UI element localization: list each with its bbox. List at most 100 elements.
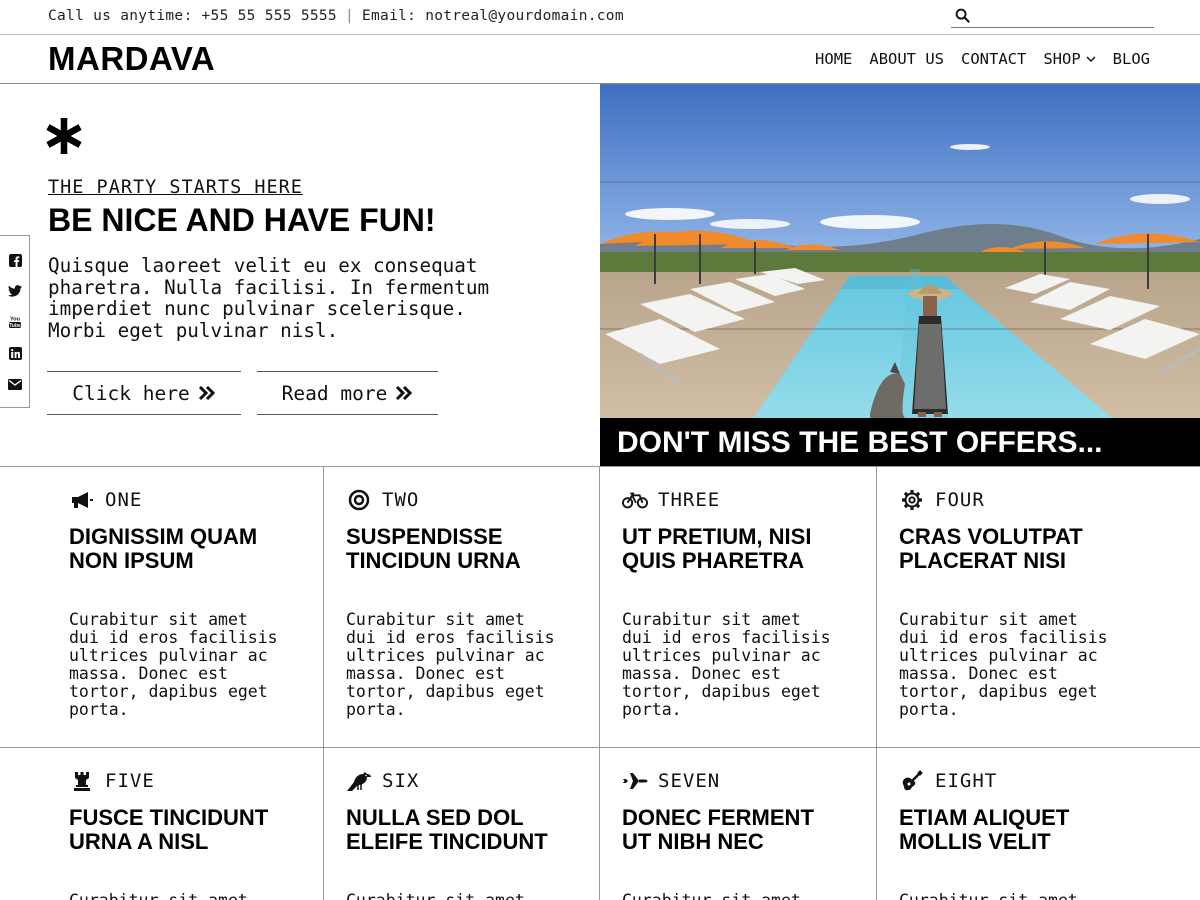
nav-home-label: HOME [815, 50, 853, 68]
feature-body-line: ultrices pulvinar ac [69, 646, 268, 665]
hero-body-line: Morbi eget pulvinar nisl. [48, 318, 339, 342]
hero-body-line: imperdiet nunc pulvinar scelerisque. [48, 297, 466, 320]
feature-body: Curabitur sit amet dui id eros facilisis… [899, 611, 1129, 719]
nav-about-us-label: ABOUT US [869, 50, 945, 68]
feature-body-line: massa. Donec est [69, 664, 228, 683]
feature-body-line: dui id eros facilisis [622, 628, 831, 647]
feature-title-line: QUIS PHARETRA [622, 548, 805, 573]
feature-title[interactable]: ETIAM ALIQUET MOLLIS VELIT [899, 806, 1129, 854]
youtube-icon[interactable]: You Tube [7, 314, 23, 330]
feature-card-three: THREE UT PRETIUM, NISI QUIS PHARETRA Cur… [600, 467, 877, 748]
feature-body-line: Curabitur sit amet [899, 610, 1078, 629]
feature-body-line: porta. [346, 700, 406, 719]
feature-body-line: Curabitur sit amet [346, 610, 525, 629]
svg-text:Tube: Tube [9, 323, 21, 329]
feature-body-line: Curabitur sit amet [899, 892, 1129, 900]
feature-number: EIGHT [935, 770, 998, 792]
nav-home[interactable]: HOME [815, 50, 852, 68]
linkedin-icon[interactable] [7, 345, 23, 361]
feature-card-six: SIX NULLA SED DOL ELEIFE TINCIDUNT Curab… [324, 748, 600, 900]
hero-tagline[interactable]: THE PARTY STARTS HERE [48, 177, 303, 198]
feature-number: FIVE [105, 770, 155, 792]
feature-head: FIVE [69, 770, 155, 792]
feature-head: TWO [346, 489, 419, 511]
separator: | [344, 8, 354, 24]
hero-body: Quisque laoreet velit eu ex consequat ph… [48, 255, 568, 341]
crow-icon [346, 770, 372, 792]
feature-title-line: NULLA SED DOL [346, 805, 524, 830]
hero-body-line: Quisque laoreet velit eu ex consequat [48, 254, 478, 277]
feature-title[interactable]: DIGNISSIM QUAM NON IPSUM [69, 525, 269, 573]
nav-contact-label: CONTACT [961, 50, 1027, 68]
search-input[interactable] [977, 6, 1149, 26]
feature-body-line: porta. [69, 700, 129, 719]
feature-body: Curabitur sit amet [899, 892, 1129, 900]
feature-body-line: Curabitur sit amet [346, 892, 576, 900]
twitter-icon[interactable] [7, 283, 23, 299]
social-sidebar: You Tube [0, 235, 30, 408]
feature-title[interactable]: DONEC FERMENT UT NIBH NEC [622, 806, 852, 854]
feature-head: SEVEN [622, 770, 720, 792]
nav-shop[interactable]: SHOP [1043, 50, 1096, 68]
feature-body: Curabitur sit amet [346, 892, 576, 900]
envelope-icon[interactable] [7, 376, 23, 392]
feature-title[interactable]: UT PRETIUM, NISI QUIS PHARETRA [622, 525, 852, 573]
feature-body-line: Curabitur sit amet [622, 610, 801, 629]
facebook-icon[interactable] [7, 252, 23, 268]
phone-text: Call us anytime: +55 55 555 5555 [48, 8, 337, 24]
feature-body-line: porta. [899, 700, 959, 719]
guitar-icon [899, 770, 925, 792]
site-logo[interactable]: MARDAVA [48, 40, 215, 78]
grid-gutter [0, 467, 47, 748]
click-here-label: Click here [72, 381, 190, 405]
feature-card-one: ONE DIGNISSIM QUAM NON IPSUM Curabitur s… [47, 467, 324, 748]
contact-info: Call us anytime: +55 55 555 5555 | Email: … [48, 8, 624, 24]
feature-card-five: FIVE FUSCE TINCIDUNT URNA A NISL Curabit… [47, 748, 324, 900]
chess-rook-icon [69, 770, 95, 792]
feature-head: SIX [346, 770, 419, 792]
feature-title-line: PLACERAT NISI [899, 548, 1067, 573]
chevron-down-icon [1086, 55, 1096, 62]
feature-title[interactable]: NULLA SED DOL ELEIFE TINCIDUNT [346, 806, 586, 854]
search-box [951, 6, 1154, 28]
feature-title-line: NON IPSUM [69, 548, 194, 573]
feature-title-line: DONEC FERMENT [622, 805, 814, 830]
feature-card-four: FOUR CRAS VOLUTPAT PLACERAT NISI Curabit… [877, 467, 1200, 748]
asterisk-icon [46, 118, 82, 154]
double-chevron-right-icon [198, 386, 215, 400]
feature-body: Curabitur sit amet [622, 892, 852, 900]
feature-title-line: MOLLIS VELIT [899, 829, 1051, 854]
feature-body-line: dui id eros facilisis [899, 628, 1108, 647]
click-here-button[interactable]: Click here [47, 371, 241, 415]
feature-body-line: ultrices pulvinar ac [346, 646, 545, 665]
offer-banner[interactable]: DON'T MISS THE BEST OFFERS... [600, 418, 1200, 466]
hero-title: BE NICE AND HAVE FUN! [48, 202, 436, 238]
nav-blog-label: BLOG [1112, 50, 1150, 68]
read-more-button[interactable]: Read more [257, 371, 438, 415]
feature-number: THREE [658, 489, 721, 511]
feature-title-line: ETIAM ALIQUET [899, 805, 1070, 830]
search-icon[interactable] [955, 8, 970, 23]
nav-about-us[interactable]: ABOUT US [869, 50, 944, 68]
gear-icon [899, 489, 925, 511]
site-header: MARDAVA HOME ABOUT US CONTACT SHOP BLOG [0, 35, 1200, 84]
feature-card-eight: EIGHT ETIAM ALIQUET MOLLIS VELIT Curabit… [877, 748, 1200, 900]
feature-head: THREE [622, 489, 720, 511]
feature-body-line: tortor, dapibus eget [622, 682, 821, 701]
pool-scene-illustration [600, 84, 1200, 466]
feature-title-line: DIGNISSIM QUAM [69, 524, 258, 549]
feature-body-line: massa. Donec est [622, 664, 781, 683]
feature-body-line: porta. [622, 700, 682, 719]
hero-body-line: pharetra. Nulla facilisi. In fermentum [48, 275, 490, 299]
feature-head: ONE [69, 489, 142, 511]
feature-title-line: TINCIDUN URNA [346, 548, 521, 573]
feature-title-line: ELEIFE TINCIDUNT [346, 829, 548, 854]
nav-contact[interactable]: CONTACT [961, 50, 1026, 68]
feature-title[interactable]: CRAS VOLUTPAT PLACERAT NISI [899, 525, 1129, 573]
feature-body: Curabitur sit amet dui id eros facilisis… [346, 611, 576, 719]
nav-blog[interactable]: BLOG [1113, 50, 1150, 68]
feature-title[interactable]: SUSPENDISSE TINCIDUN URNA [346, 525, 576, 573]
feature-title[interactable]: FUSCE TINCIDUNT URNA A NISL [69, 806, 299, 854]
target-icon [346, 489, 372, 511]
email-text[interactable]: Email: notreal@yourdomain.com [362, 8, 624, 24]
